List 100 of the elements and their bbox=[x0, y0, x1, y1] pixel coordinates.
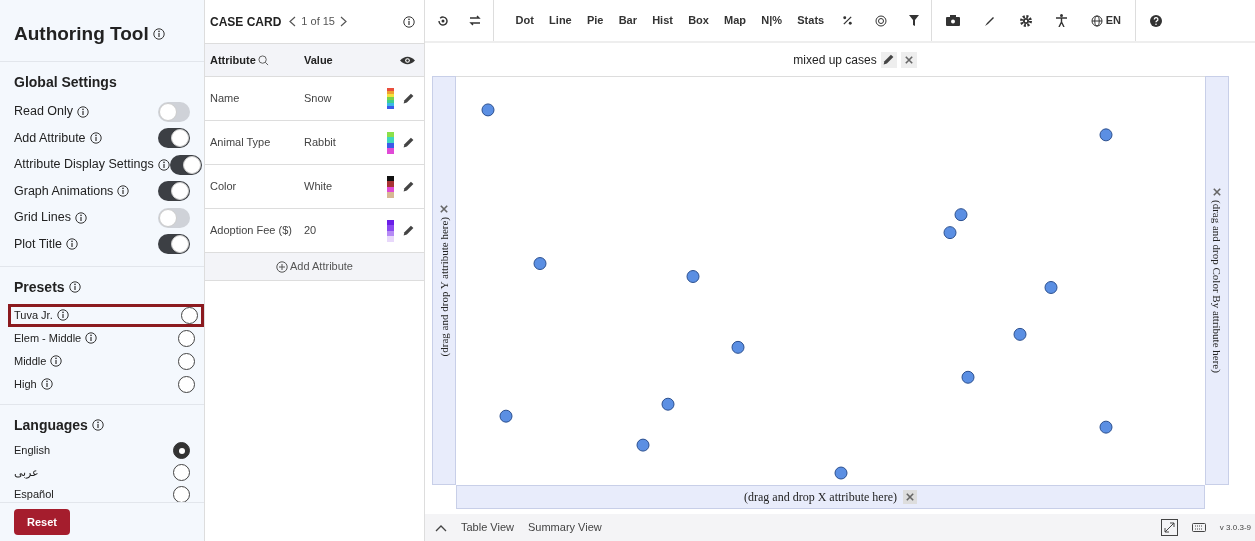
info-icon[interactable] bbox=[89, 132, 102, 145]
close-icon[interactable] bbox=[440, 204, 448, 213]
plus-icon bbox=[276, 260, 288, 273]
pencil-icon[interactable] bbox=[402, 92, 415, 105]
data-point[interactable] bbox=[954, 208, 968, 222]
data-point[interactable] bbox=[1044, 281, 1058, 294]
plot-type-button[interactable]: Map bbox=[716, 12, 754, 29]
attribute-name: Adoption Fee ($) bbox=[210, 223, 293, 239]
info-icon[interactable] bbox=[75, 211, 87, 224]
info-icon[interactable] bbox=[65, 238, 78, 251]
reset-button[interactable]: Reset bbox=[14, 508, 70, 535]
target-icon[interactable] bbox=[874, 14, 887, 27]
toggle-switch[interactable] bbox=[158, 207, 190, 228]
expand-icon[interactable] bbox=[1160, 519, 1178, 536]
setting-label: Graph Animations bbox=[14, 182, 114, 200]
data-point[interactable] bbox=[481, 103, 495, 117]
toggle-switch[interactable] bbox=[158, 181, 190, 202]
toggle-switch[interactable] bbox=[169, 154, 202, 175]
view-tab[interactable]: Table View bbox=[461, 519, 514, 536]
info-icon[interactable] bbox=[40, 378, 53, 390]
plot-type-button[interactable]: Line bbox=[541, 12, 580, 29]
plot-type-button[interactable]: N|% bbox=[753, 12, 790, 29]
case-counter: 1 of 15 bbox=[301, 14, 335, 30]
plot-type-button[interactable]: Pie bbox=[579, 12, 612, 29]
attribute-value: 20 bbox=[304, 223, 317, 239]
percent-icon[interactable] bbox=[841, 15, 853, 26]
radio-button[interactable] bbox=[173, 442, 190, 459]
plot-type-button[interactable]: Box bbox=[680, 12, 717, 29]
data-point[interactable] bbox=[686, 270, 700, 283]
data-point[interactable] bbox=[961, 370, 975, 384]
keyboard-icon[interactable] bbox=[1191, 523, 1206, 532]
rescale-icon[interactable] bbox=[437, 14, 449, 27]
pencil-icon[interactable] bbox=[402, 136, 415, 149]
info-icon[interactable] bbox=[157, 158, 170, 171]
info-icon[interactable] bbox=[56, 309, 69, 321]
chevron-up-icon[interactable] bbox=[435, 523, 447, 532]
info-icon[interactable] bbox=[91, 419, 104, 431]
y-axis-drop-zone[interactable]: (drag and drop Y attribute here) bbox=[432, 76, 456, 485]
info-icon[interactable] bbox=[50, 355, 63, 367]
radio-button[interactable] bbox=[173, 464, 190, 481]
preset-row[interactable]: Tuva Jr. bbox=[8, 303, 204, 327]
plot-type-button[interactable]: Hist bbox=[644, 12, 681, 29]
close-icon[interactable] bbox=[904, 55, 913, 64]
close-icon[interactable] bbox=[905, 493, 914, 501]
search-icon[interactable] bbox=[257, 54, 269, 66]
data-point[interactable] bbox=[731, 340, 745, 354]
info-icon[interactable] bbox=[403, 16, 415, 29]
chevron-left-icon[interactable] bbox=[289, 16, 297, 27]
data-point[interactable] bbox=[499, 409, 513, 423]
settings-icon[interactable] bbox=[1019, 14, 1032, 27]
camera-icon[interactable] bbox=[945, 15, 960, 26]
pencil-icon[interactable] bbox=[882, 53, 896, 66]
radio-button[interactable] bbox=[178, 375, 195, 393]
info-icon[interactable] bbox=[85, 332, 98, 344]
toggle-switch[interactable] bbox=[158, 234, 190, 255]
preset-label: Elem - Middle bbox=[14, 330, 82, 346]
pencil-icon[interactable] bbox=[402, 180, 415, 193]
data-point[interactable] bbox=[834, 466, 848, 480]
pencil-icon[interactable] bbox=[983, 14, 996, 27]
eye-icon[interactable] bbox=[400, 54, 415, 66]
filter-icon[interactable] bbox=[908, 15, 919, 26]
help-icon[interactable] bbox=[1150, 14, 1163, 27]
radio-button[interactable] bbox=[173, 486, 190, 502]
language-button[interactable]: EN bbox=[1090, 12, 1122, 29]
setting-label: Add Attribute bbox=[14, 129, 86, 147]
chevron-right-icon[interactable] bbox=[340, 16, 347, 27]
color-drop-zone[interactable]: (drag and drop Color By attribute here) bbox=[1205, 76, 1229, 485]
info-icon[interactable] bbox=[68, 281, 81, 293]
plot-type-button[interactable]: Stats bbox=[789, 12, 832, 29]
info-icon[interactable] bbox=[117, 185, 130, 198]
language-label: عربى bbox=[14, 465, 39, 481]
swap-icon[interactable] bbox=[469, 15, 481, 26]
preset-row[interactable]: Middle bbox=[0, 349, 204, 373]
preset-row[interactable]: Elem - Middle bbox=[0, 326, 204, 350]
pencil-icon[interactable] bbox=[402, 224, 415, 237]
plot-type-button[interactable]: Bar bbox=[611, 12, 645, 29]
info-icon[interactable] bbox=[152, 28, 165, 41]
preset-label: Middle bbox=[14, 353, 47, 369]
data-point[interactable] bbox=[1099, 128, 1113, 142]
data-point[interactable] bbox=[661, 397, 675, 411]
info-icon[interactable] bbox=[77, 105, 90, 118]
toggle-switch[interactable] bbox=[158, 128, 190, 149]
plot-type-button[interactable]: Dot bbox=[508, 12, 542, 29]
close-icon[interactable] bbox=[1213, 188, 1221, 197]
data-point[interactable] bbox=[1099, 420, 1113, 434]
setting-label: Grid Lines bbox=[14, 209, 71, 227]
accessibility-icon[interactable] bbox=[1055, 14, 1067, 27]
section-heading: Presets bbox=[14, 277, 65, 297]
radio-button[interactable] bbox=[178, 352, 195, 370]
section-heading: Languages bbox=[14, 415, 88, 435]
radio-button[interactable] bbox=[178, 329, 195, 347]
toggle-switch[interactable] bbox=[158, 101, 190, 122]
data-point[interactable] bbox=[943, 226, 957, 240]
view-tab[interactable]: Summary View bbox=[528, 519, 602, 536]
x-axis-drop-zone[interactable]: (drag and drop X attribute here) bbox=[456, 485, 1205, 509]
radio-button[interactable] bbox=[181, 306, 198, 324]
data-point[interactable] bbox=[1013, 327, 1027, 341]
preset-row[interactable]: High bbox=[0, 372, 204, 396]
data-point[interactable] bbox=[533, 257, 547, 271]
data-point[interactable] bbox=[636, 438, 650, 452]
